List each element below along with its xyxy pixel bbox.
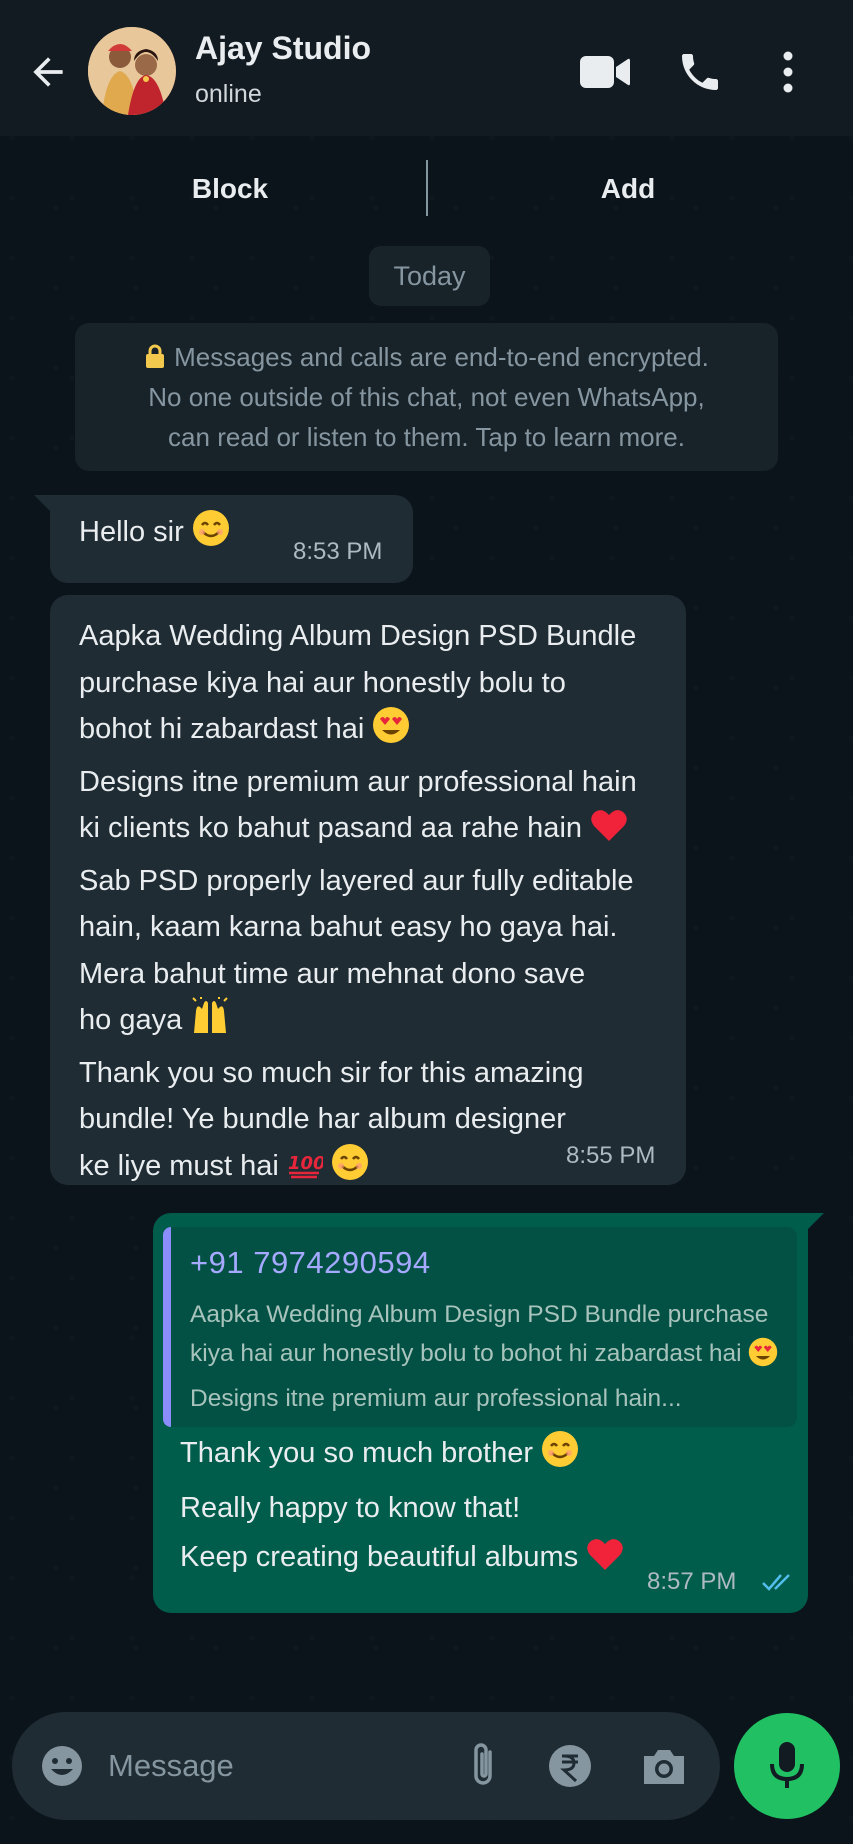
date-chip: Today <box>369 246 490 306</box>
camera-icon <box>644 1750 684 1784</box>
encryption-text-1: Messages and calls are end-to-end encryp… <box>174 342 709 372</box>
smiling-face-emoji <box>192 509 230 562</box>
message-text: Hello sir <box>79 509 230 562</box>
encryption-text-2: No one outside of this chat, not even Wh… <box>148 382 705 412</box>
message-composer <box>12 1712 720 1820</box>
quoted-sender: +91 7974290594 <box>190 1245 431 1280</box>
back-button[interactable] <box>26 50 70 94</box>
phone-icon <box>682 54 718 90</box>
incoming-message[interactable]: Hello sir 8:53 PM <box>50 495 413 583</box>
more-vertical-icon <box>783 51 793 93</box>
message-text: Aapka Wedding Album Design PSD Bundle pu… <box>79 613 679 1195</box>
voice-call-button[interactable] <box>676 48 724 96</box>
quoted-text: Aapka Wedding Album Design PSD Bundle pu… <box>190 1295 790 1418</box>
message-input[interactable] <box>108 1742 448 1790</box>
avatar-photo-icon <box>88 27 176 115</box>
message-time: 8:53 PM <box>293 538 383 565</box>
outgoing-bubble-tail <box>806 1213 824 1231</box>
raising-hands-emoji <box>190 997 230 1050</box>
attach-button[interactable] <box>464 1740 502 1790</box>
back-arrow-icon <box>33 57 63 87</box>
payment-button[interactable] <box>548 1744 592 1788</box>
smiling-face-emoji <box>331 1143 369 1196</box>
block-button[interactable]: Block <box>130 164 330 214</box>
video-camera-icon <box>580 56 630 88</box>
emoji-button[interactable] <box>40 1744 84 1788</box>
contact-status: online <box>195 80 262 108</box>
contact-name[interactable]: Ajay Studio <box>195 30 371 67</box>
camera-button[interactable] <box>640 1744 688 1788</box>
red-heart-emoji <box>586 1536 624 1588</box>
lock-icon <box>146 344 165 368</box>
emoji-icon <box>42 1746 82 1786</box>
voice-message-button[interactable] <box>734 1713 840 1819</box>
chat-screen: Ajay Studio online Block Add Today Messa… <box>0 0 853 1844</box>
contact-avatar[interactable] <box>88 27 176 115</box>
read-receipt-icon <box>762 1574 790 1591</box>
red-heart-emoji <box>590 807 628 858</box>
paperclip-icon <box>474 1743 492 1785</box>
heart-eyes-emoji <box>748 1337 778 1379</box>
hundred-points-emoji: 100 <box>287 1145 326 1196</box>
outgoing-message[interactable]: +91 7974290594 Aapka Wedding Album Desig… <box>153 1213 808 1613</box>
unknown-contact-action-bar: Block Add <box>0 136 853 240</box>
action-divider <box>426 160 428 216</box>
video-call-button[interactable] <box>578 48 632 96</box>
smiling-face-emoji <box>541 1430 579 1484</box>
message-text: Thank you so much brother Really happy t… <box>180 1429 780 1588</box>
microphone-icon <box>770 1742 804 1788</box>
encryption-notice[interactable]: Messages and calls are end-to-end encryp… <box>75 323 778 471</box>
quoted-message[interactable]: +91 7974290594 Aapka Wedding Album Desig… <box>163 1227 797 1427</box>
encryption-text-3: can read or listen to them. Tap to learn… <box>168 422 685 452</box>
rupee-icon <box>549 1745 591 1787</box>
svg-text:100: 100 <box>288 1153 323 1174</box>
add-contact-button[interactable]: Add <box>528 164 728 214</box>
more-options-button[interactable] <box>776 48 800 96</box>
heart-eyes-emoji <box>372 706 410 759</box>
message-time: 8:55 PM <box>566 1142 656 1169</box>
encryption-line-1: Messages and calls are end-to-end encryp… <box>75 337 778 377</box>
incoming-message[interactable]: Aapka Wedding Album Design PSD Bundle pu… <box>50 595 686 1185</box>
chat-header: Ajay Studio online <box>0 0 853 136</box>
quote-accent-bar <box>163 1227 171 1427</box>
message-time: 8:57 PM <box>647 1568 737 1595</box>
